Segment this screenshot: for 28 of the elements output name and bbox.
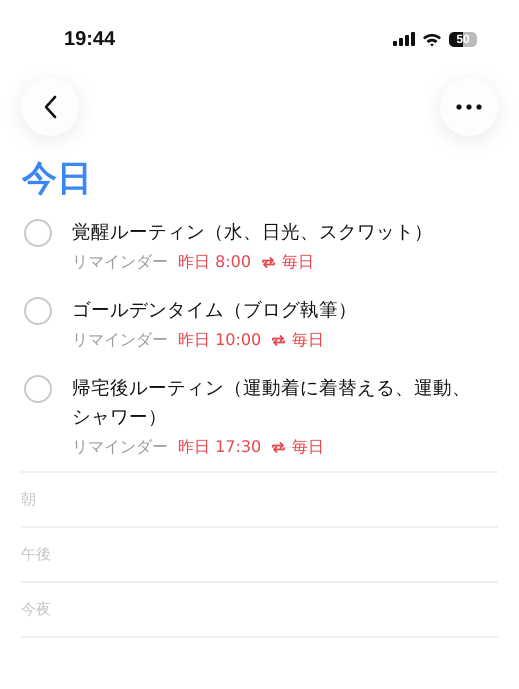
- battery-icon: 50: [449, 32, 477, 46]
- reminder-label: リマインダー: [72, 436, 168, 458]
- status-time: 19:44: [64, 28, 116, 50]
- wifi-icon: [422, 32, 442, 46]
- reminder-time: 昨日 10:00: [178, 329, 262, 351]
- repeat-icon: [271, 440, 286, 454]
- reminder-title: ゴールデンタイム（ブログ執筆）: [72, 299, 358, 323]
- section-header: 今夜: [21, 600, 51, 619]
- checkbox[interactable]: [24, 297, 52, 325]
- reminder-time: 昨日 17:30: [178, 436, 262, 458]
- reminder-label: リマインダー: [72, 329, 168, 351]
- reminder-time: 昨日 8:00: [178, 251, 252, 273]
- repeat-icon: [261, 256, 276, 268]
- chevron-left-icon: [43, 95, 57, 119]
- more-icon: [456, 104, 482, 110]
- section-header: 午後: [21, 545, 51, 564]
- repeat-text: 毎日: [292, 436, 324, 458]
- repeat-text: 毎日: [282, 251, 314, 273]
- signal-icon: [393, 32, 415, 46]
- checkbox[interactable]: [24, 375, 52, 403]
- reminder-title: 帰宅後ルーティン（運動着に着替える、運動、シャワー）: [72, 377, 472, 430]
- reminder-title: 覚醒ルーティン（水、日光、スクワット）: [72, 221, 434, 245]
- repeat-icon: [271, 334, 286, 346]
- checkbox[interactable]: [24, 219, 52, 247]
- list-title: 今日: [22, 158, 93, 200]
- section-header: 朝: [21, 490, 36, 509]
- reminder-label: リマインダー: [72, 251, 168, 273]
- repeat-text: 毎日: [292, 329, 324, 351]
